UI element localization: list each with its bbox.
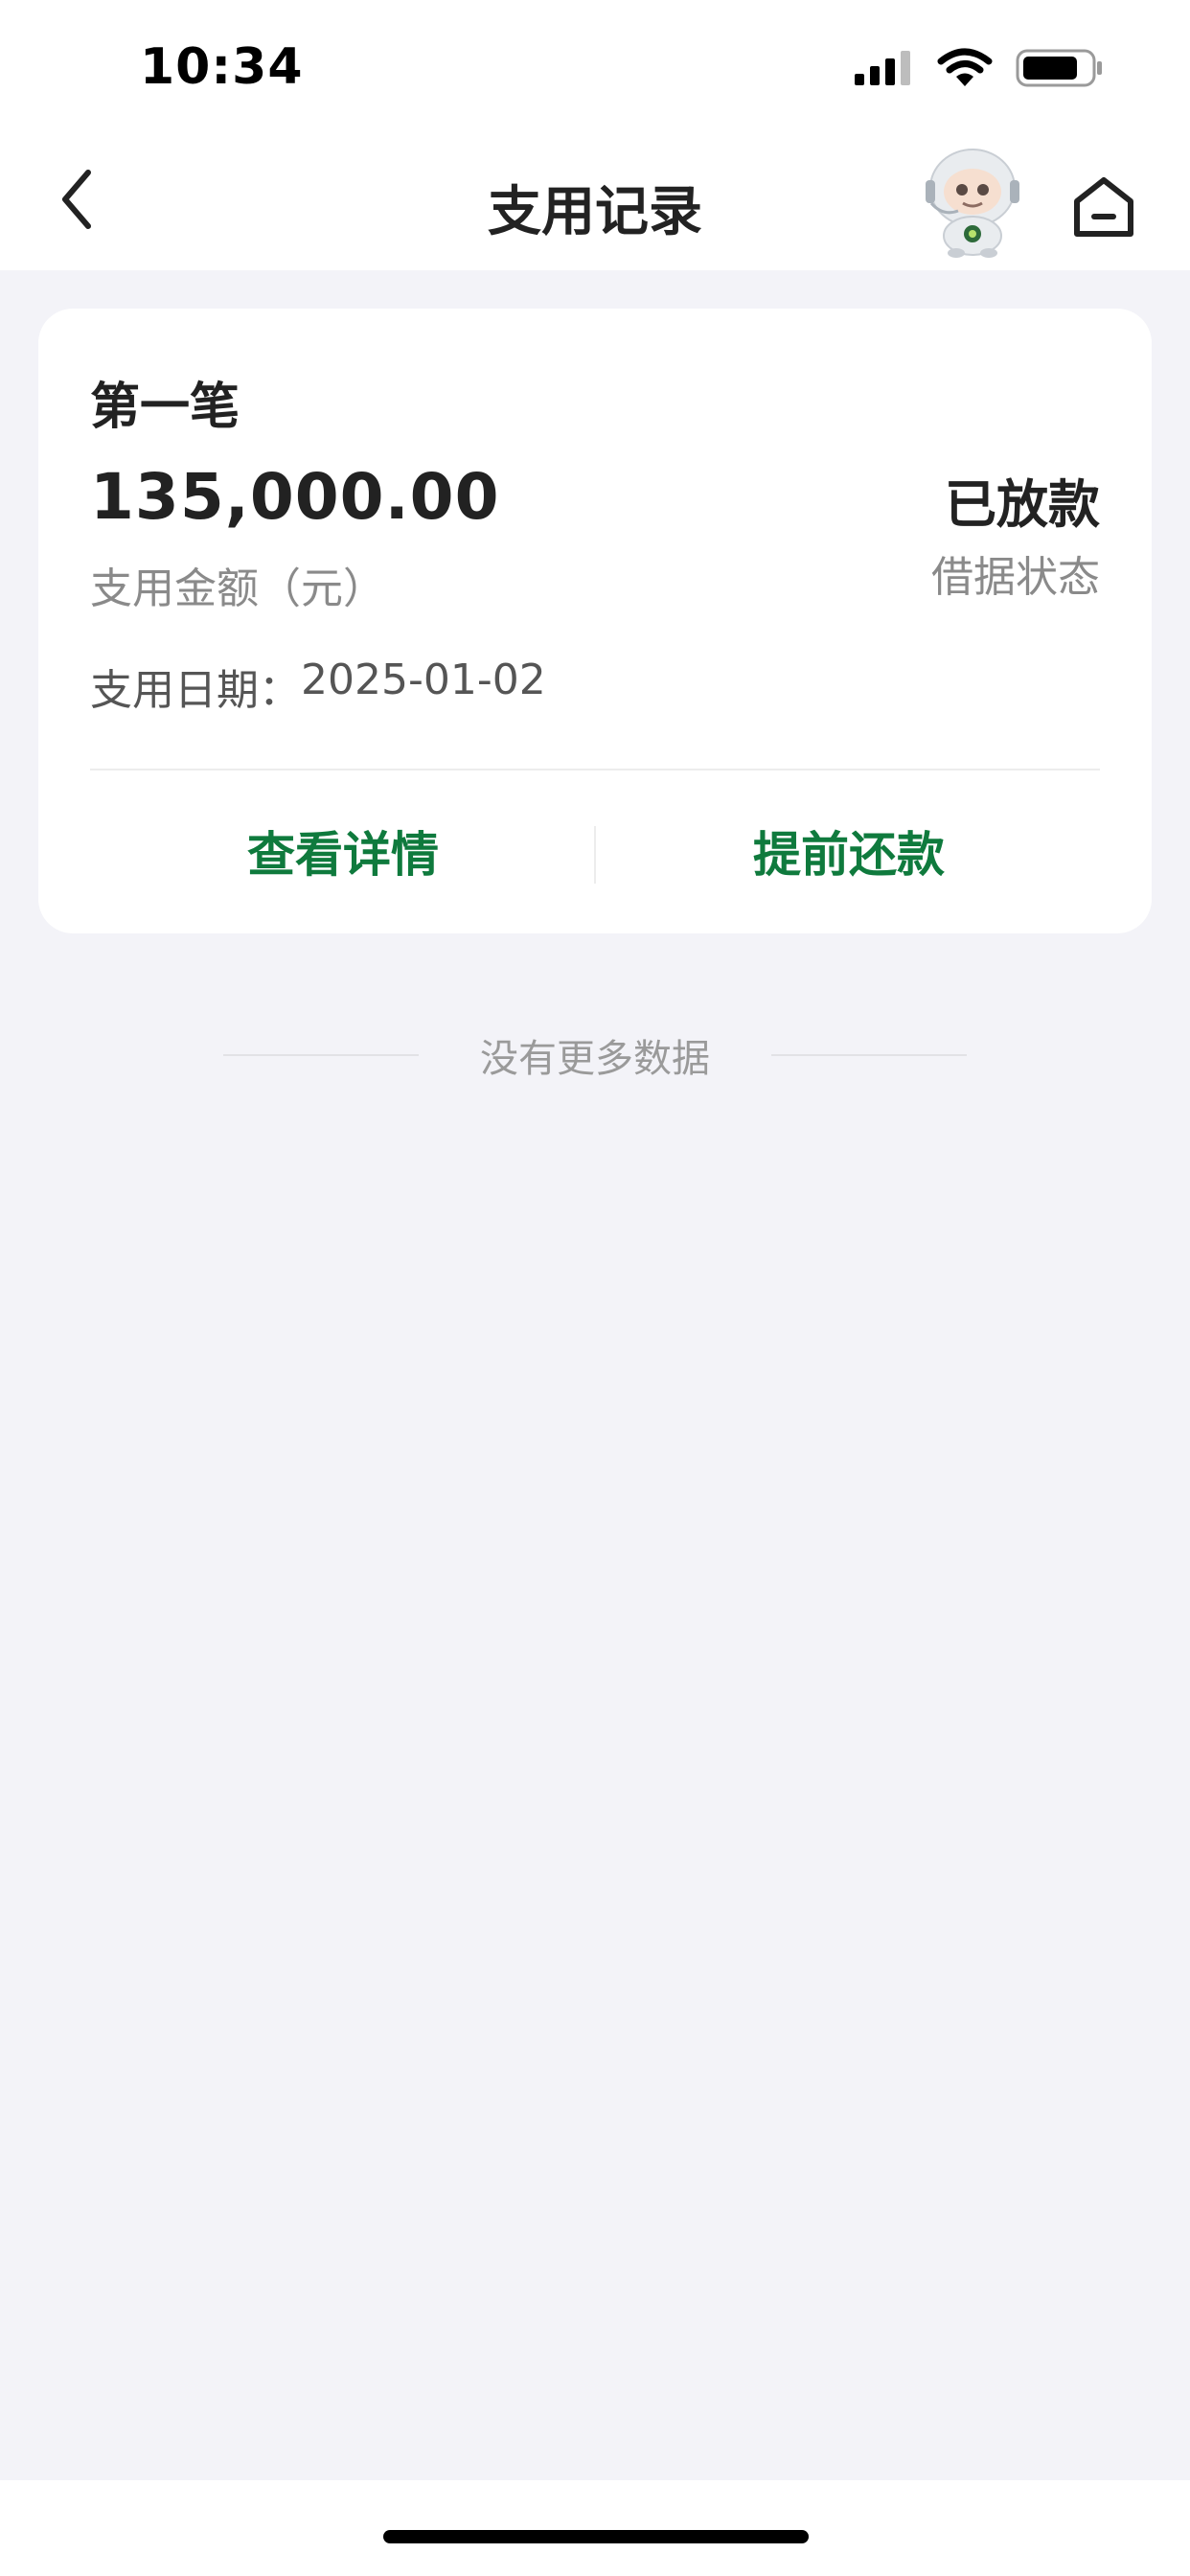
robot-mascot[interactable] — [920, 146, 1025, 259]
date-value: 2025-01-02 — [301, 656, 546, 704]
content-area: 第一笔 135,000.00 支用金额（元） 已放款 借据状态 支用日期： 20… — [0, 270, 1190, 2480]
drawdown-card: 第一笔 135,000.00 支用金额（元） 已放款 借据状态 支用日期： 20… — [38, 309, 1152, 933]
status-bar: 10:34 — [0, 0, 1190, 134]
nav-bar: 支用记录 — [0, 134, 1190, 270]
status-icons — [853, 48, 1104, 92]
wifi-icon — [937, 48, 993, 92]
no-more-text: 没有更多数据 — [480, 1037, 710, 1081]
home-button[interactable] — [1064, 169, 1144, 249]
amount-label: 支用金额（元） — [90, 564, 385, 613]
no-more-line-left — [223, 1054, 419, 1056]
signal-icon — [853, 49, 914, 91]
drawdown-amount: 135,000.00 — [90, 460, 500, 534]
early-repayment-button[interactable]: 提前还款 — [596, 788, 1102, 914]
card-title: 第一笔 — [90, 379, 240, 436]
date-label: 支用日期： — [90, 666, 301, 715]
card-divider — [90, 769, 1100, 770]
loan-status-value: 已放款 — [945, 474, 1100, 535]
no-more-line-right — [771, 1054, 967, 1056]
drawdown-date-row: 支用日期： 2025-01-02 — [90, 656, 546, 717]
no-more-data: 没有更多数据 — [0, 1027, 1190, 1083]
home-indicator[interactable] — [383, 2530, 809, 2543]
battery-icon — [1016, 47, 1104, 93]
home-indicator-area — [0, 2480, 1190, 2576]
home-icon — [1071, 174, 1136, 243]
view-details-button[interactable]: 查看详情 — [90, 788, 596, 914]
loan-status-label: 借据状态 — [931, 553, 1100, 602]
status-time: 10:34 — [140, 38, 304, 96]
